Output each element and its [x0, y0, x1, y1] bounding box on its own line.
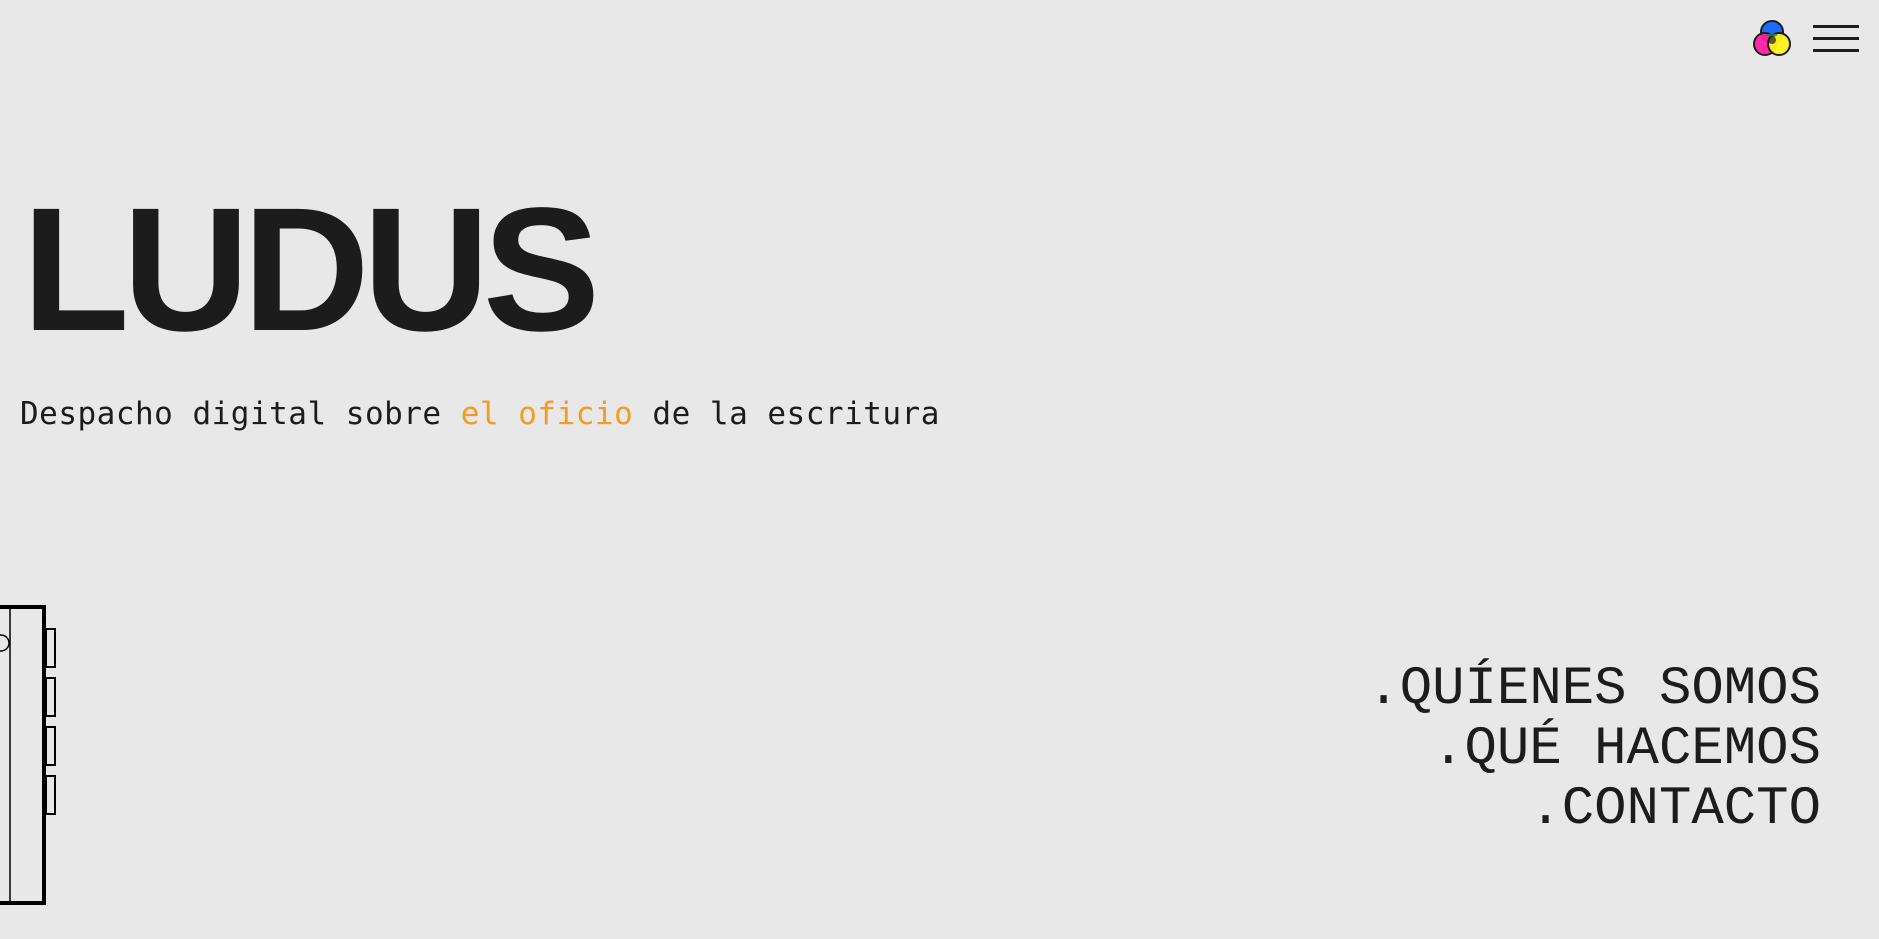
- nav-item-quienes-somos[interactable]: .QUÍENES SOMOS: [1367, 660, 1821, 720]
- top-controls: [1751, 18, 1859, 60]
- tagline-text: Despacho digital sobre: [20, 396, 461, 432]
- hamburger-menu-icon[interactable]: [1813, 21, 1859, 57]
- tagline-text-end: de la escritura: [633, 396, 940, 432]
- door-illustration: [0, 605, 56, 905]
- nav-item-que-hacemos[interactable]: .QUÉ HACEMOS: [1432, 720, 1821, 780]
- main-nav: .QUÍENES SOMOS .QUÉ HACEMOS .CONTACTO: [1367, 660, 1821, 840]
- tagline-highlight: el oficio: [460, 396, 634, 432]
- rgb-circles-icon[interactable]: [1751, 18, 1793, 60]
- site-logo[interactable]: LUDUS: [22, 182, 600, 358]
- nav-item-contacto[interactable]: .CONTACTO: [1529, 780, 1821, 840]
- tagline: Despacho digital sobre el oficio de la e…: [20, 394, 940, 434]
